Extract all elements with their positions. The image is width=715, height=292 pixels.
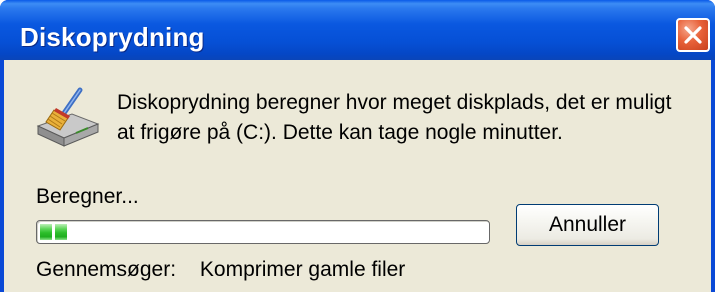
scan-value: Komprimer gamle filer (199, 258, 406, 281)
window-title: Diskoprydning (20, 22, 205, 52)
disk-cleanup-icon (32, 86, 102, 150)
scan-status: Gennemsøger: Komprimer gamle filer (36, 258, 405, 282)
dialog-window: Diskoprydning Diskoprydning beregner hvo… (0, 0, 715, 292)
dialog-body: Diskoprydning beregner hvor meget diskpl… (4, 60, 711, 292)
progress-bar (36, 220, 490, 244)
cancel-button[interactable]: Annuller (516, 204, 659, 246)
progress-block (55, 224, 67, 240)
progress-fill (40, 224, 67, 240)
scan-label: Gennemsøger: (36, 258, 177, 281)
close-button[interactable] (676, 18, 710, 52)
status-label: Beregner... (36, 185, 139, 208)
progress-block (40, 224, 52, 240)
close-icon (684, 26, 702, 44)
title-bar[interactable]: Diskoprydning (0, 0, 715, 60)
info-message: Diskoprydning beregner hvor meget diskpl… (117, 91, 672, 144)
